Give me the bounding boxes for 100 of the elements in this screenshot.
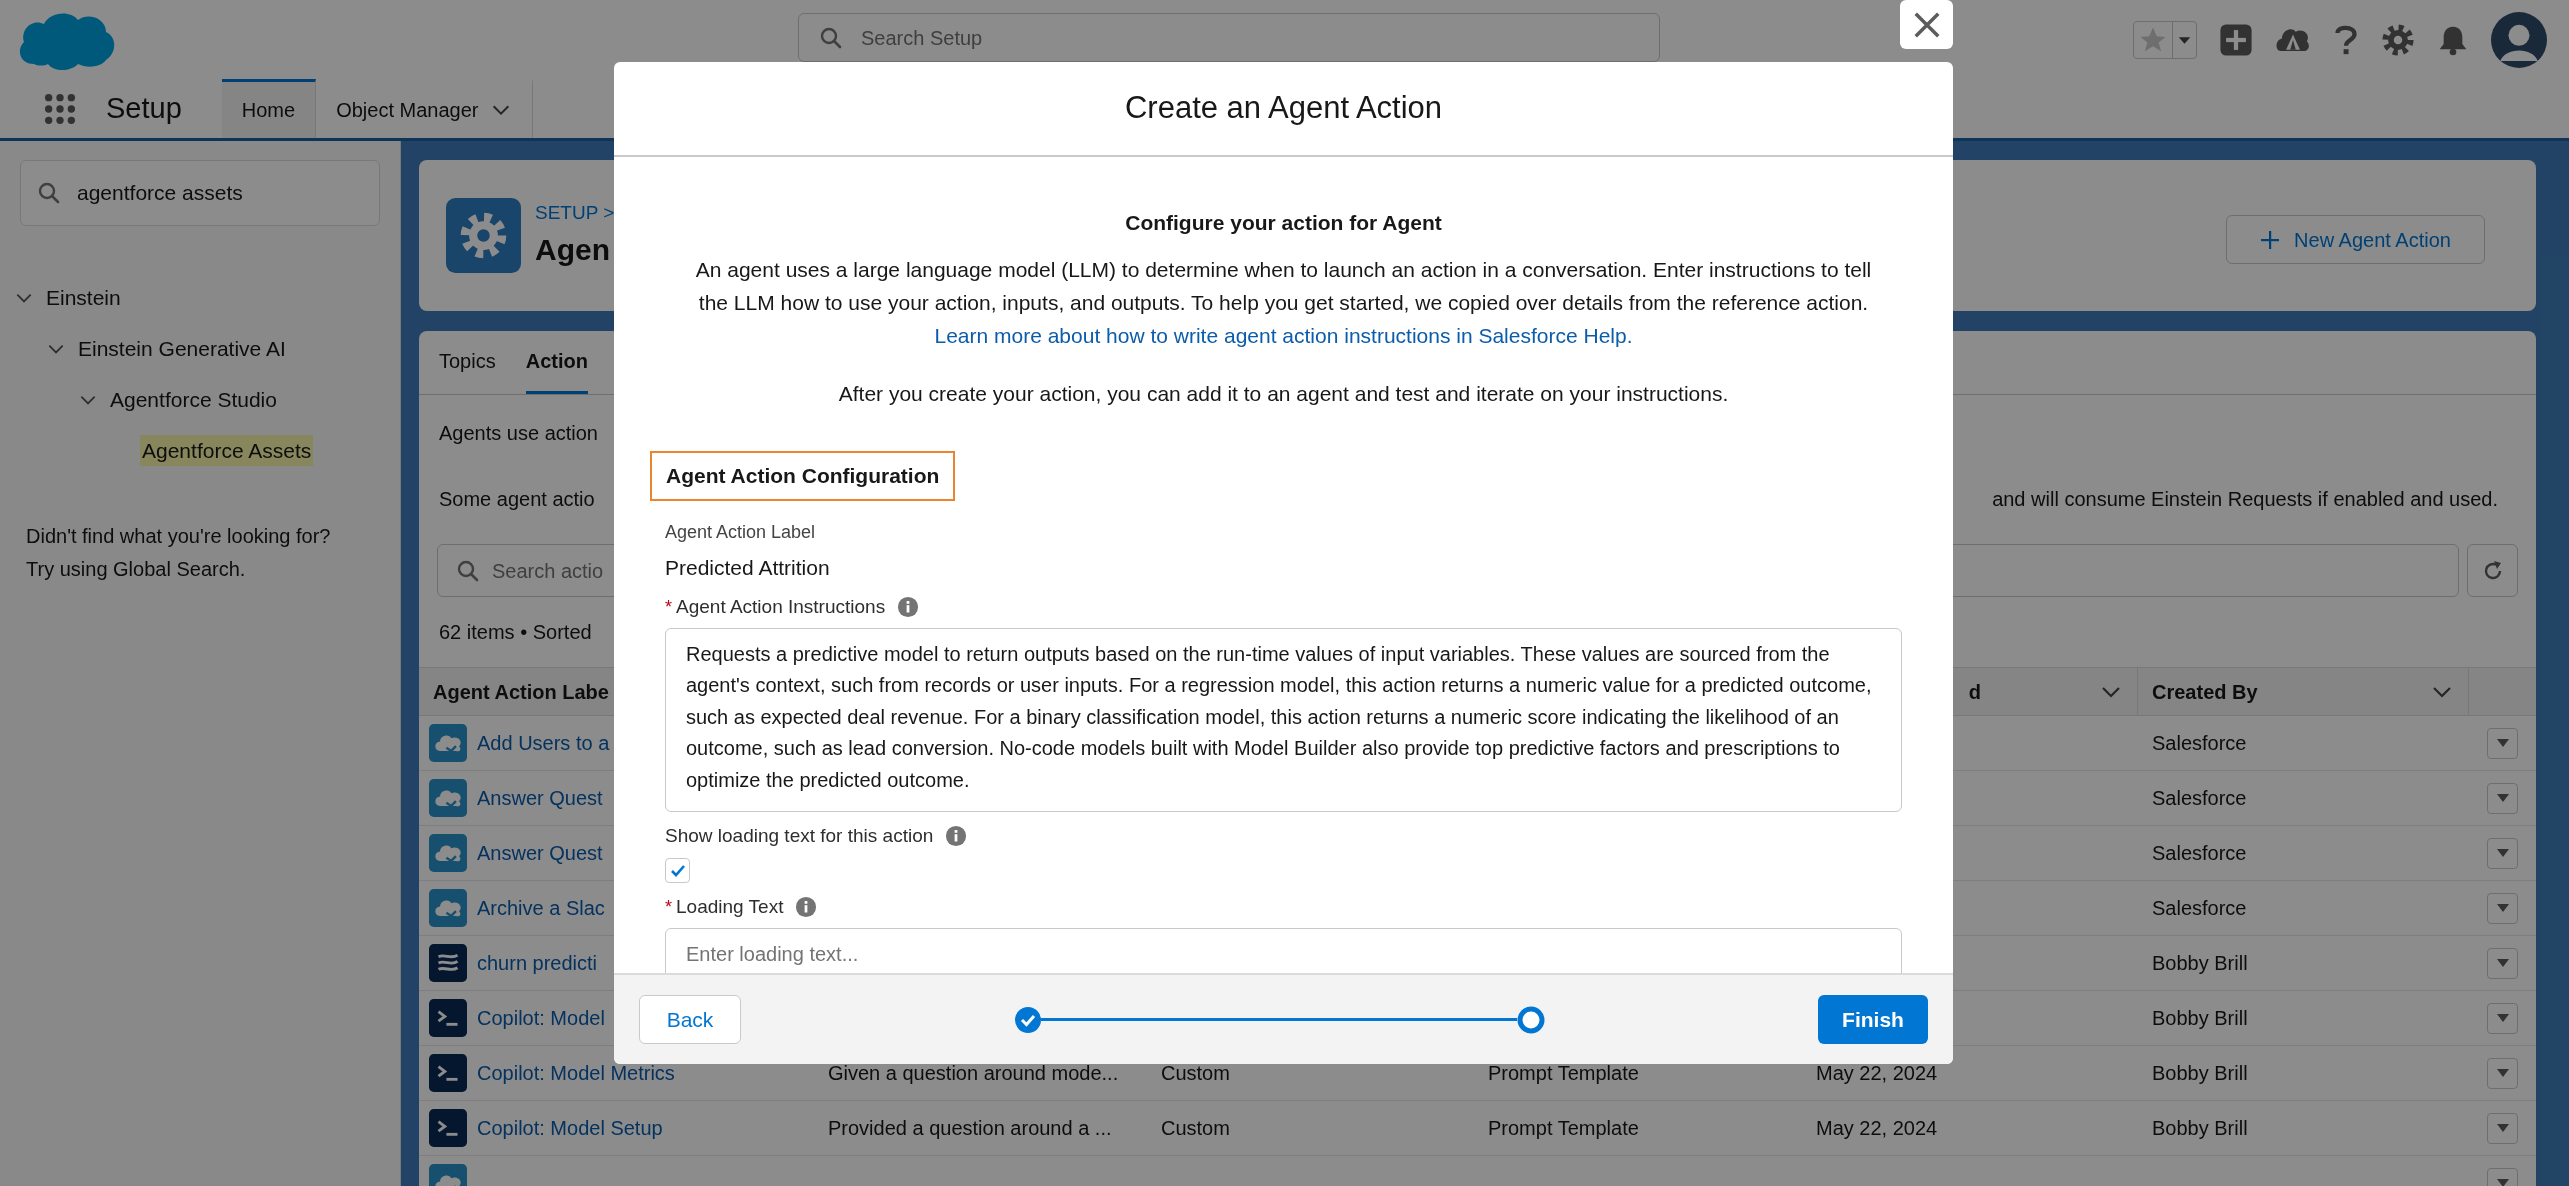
record-link[interactable]: Archive a Slac — [477, 893, 605, 923]
caret-down-icon — [2495, 958, 2510, 968]
app-name: Setup — [106, 90, 182, 126]
cloud-icon — [429, 779, 467, 817]
table-cell: Bobby Brill — [2152, 1117, 2248, 1139]
tree-item[interactable]: Agentforce Assets — [140, 434, 314, 467]
tree-item[interactable]: Agentforce Studio — [108, 383, 279, 416]
table-cell: Custom — [1161, 1062, 1230, 1084]
nav-tab[interactable]: Object Manager — [316, 79, 534, 138]
table-cell: Salesforce — [2152, 897, 2247, 919]
plus-icon — [2260, 229, 2281, 250]
new-agent-action-button[interactable]: New Agent Action — [2226, 215, 2485, 264]
intro-text: Agents use action — [439, 421, 598, 446]
column-header[interactable]: d — [1968, 676, 1981, 707]
nav-tab[interactable]: Home — [221, 79, 317, 138]
settings-icon[interactable] — [2381, 23, 2415, 57]
record-link[interactable]: Add Users to a — [477, 728, 610, 758]
column-header[interactable]: Agent Action Labe — [433, 676, 609, 707]
row-actions-button[interactable] — [2487, 1057, 2518, 1089]
table-cell: Given a question around mode... — [828, 1062, 1119, 1084]
help-link[interactable]: Learn more about how to write agent action instructions in Salesforce Help. — [934, 323, 1633, 347]
record-link[interactable]: churn predicti — [477, 948, 598, 978]
field-label: Agent Action Label — [665, 520, 816, 544]
tree-item[interactable]: Einstein — [44, 281, 123, 314]
gear-icon — [446, 197, 521, 274]
row-actions-button[interactable] — [2487, 892, 2518, 924]
required-mark: * — [665, 895, 672, 919]
modal-title: Create an Agent Action — [1124, 89, 1443, 128]
cloud-icon — [429, 724, 467, 762]
section-title: Agent Action Configuration — [650, 451, 956, 501]
note-text: After you create your action, you can add it to an agent and test and iterate on your instructions. — [837, 380, 1730, 407]
notice-text: Some agent actio — [439, 487, 595, 512]
row-actions-button[interactable] — [2487, 727, 2518, 759]
search-field[interactable]: Search Setup — [798, 13, 1660, 62]
search-icon — [456, 558, 480, 583]
search-icon — [819, 25, 843, 50]
record-link[interactable]: Copilot: Model Metrics — [477, 1058, 675, 1088]
description-text: An agent uses a large language model (LLM) to determine when to launch an action in a conversation. Enter instructions to tell the LLM how to use your action, inputs, and outputs. To help you get started, we copied over details from the reference action. Learn more about how to write agent action instructions in Salesforce Help. — [694, 256, 1873, 349]
field-label: Agent Action Instructions — [676, 595, 886, 619]
field-label: Loading Text — [676, 895, 784, 919]
record-link[interactable]: Answer Quest — [477, 838, 603, 868]
row-actions-button[interactable] — [2487, 1112, 2518, 1144]
search-field[interactable]: agentforce assets — [20, 160, 380, 226]
table-cell: Salesforce — [2152, 732, 2247, 754]
table-cell: Bobby Brill — [2152, 1062, 2248, 1084]
row-actions-button[interactable] — [2487, 837, 2518, 869]
field-label: Show loading text for this action — [665, 823, 934, 848]
app-launcher-icon[interactable] — [43, 91, 77, 126]
caret-down-icon — [2495, 1068, 2510, 1078]
caret-down-icon — [2495, 903, 2510, 913]
finish-button[interactable]: Finish — [1818, 995, 1928, 1044]
row-actions-button[interactable] — [2487, 1002, 2518, 1034]
instructions-field[interactable]: Requests a predictive model to return outputs based on the run-time values of input variables. These values are sourced from the agent's context, such from records or user inputs. For a regression model, this action returns a numeric value for a predicted outcome, such as expected deal revenue. For a binary classification model, this action returns a numeric score indicating the likelihood of an outcome, such as lead conversion. No-code models built with Model Builder also provide top predictive factors and prescriptions to optimize the predicted outcome. — [665, 627, 1902, 812]
record-link[interactable]: Copilot: Model — [477, 1003, 605, 1033]
caret-down-icon — [2495, 848, 2510, 858]
caret-down-icon — [2495, 1013, 2510, 1023]
field-value: Predicted Attrition — [665, 554, 831, 581]
back-button[interactable]: Back — [639, 995, 741, 1044]
checkbox[interactable] — [665, 858, 690, 883]
cloud-icon — [429, 889, 467, 927]
waves-icon — [429, 944, 467, 982]
plus-icon[interactable] — [2219, 23, 2253, 57]
item-count: 62 items • Sorted — [439, 620, 592, 645]
row-actions-button[interactable] — [2487, 947, 2518, 979]
table-cell: May 22, 2024 — [1816, 1062, 1938, 1084]
avatar-icon[interactable] — [2491, 12, 2547, 68]
notice-text: and will consume Einstein Requests if enabled and used. — [1992, 487, 2498, 512]
caret-down-icon — [2495, 1123, 2510, 1133]
column-header[interactable]: Created By — [2152, 676, 2258, 707]
table-cell: May 22, 2024 — [1816, 1117, 1938, 1139]
table-cell: Custom — [1161, 1117, 1230, 1139]
section-heading: Configure your action for Agent — [1124, 210, 1443, 236]
terminal-icon — [429, 1109, 467, 1147]
close-button[interactable] — [1900, 0, 1953, 49]
table-cell: Prompt Template — [1488, 1117, 1639, 1139]
table-cell: Bobby Brill — [2152, 1007, 2248, 1029]
record-link[interactable]: Answer Quest — [477, 783, 603, 813]
cloud-icon — [429, 834, 467, 872]
row-actions-button[interactable] — [2487, 782, 2518, 814]
terminal-icon — [429, 1054, 467, 1092]
caret-down-icon — [2495, 1178, 2510, 1186]
help-icon[interactable] — [2333, 23, 2359, 57]
record-link[interactable]: Copilot: Model Setup — [477, 1113, 663, 1143]
tab[interactable]: Topics — [439, 331, 496, 394]
table-cell: Salesforce — [2152, 842, 2247, 864]
refresh-button[interactable] — [2467, 544, 2518, 597]
search-icon — [37, 181, 61, 205]
tab[interactable]: Action — [525, 331, 588, 394]
table-cell: Provided a question around a ... — [828, 1117, 1112, 1139]
terminal-icon — [429, 999, 467, 1037]
help-text: Didn't find what you're looking for? Try using Global Search. — [26, 524, 332, 582]
caret-down-icon — [2495, 793, 2510, 803]
table-cell: Salesforce — [2152, 787, 2247, 809]
required-mark: * — [665, 595, 672, 619]
table-cell: Bobby Brill — [2152, 952, 2248, 974]
page-title: Agen — [535, 231, 610, 268]
breadcrumb-link[interactable]: SETUP > — [535, 199, 615, 228]
caret-down-icon — [2495, 738, 2510, 748]
table-cell: Prompt Template — [1488, 1062, 1639, 1084]
tree-item[interactable]: Einstein Generative AI — [76, 332, 288, 365]
